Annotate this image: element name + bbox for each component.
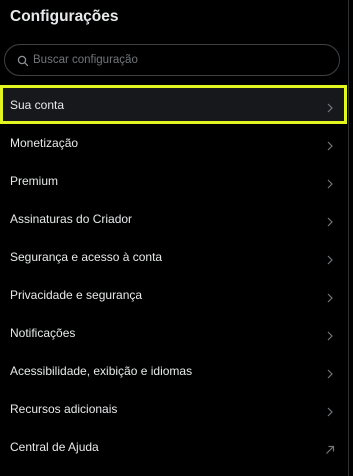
- menu-item-label: Premium: [10, 174, 59, 188]
- menu-item-label: Recursos adicionais: [10, 402, 118, 416]
- menu-item-assinaturas-do-criador[interactable]: Assinaturas do Criador: [0, 200, 347, 238]
- menu-item-label: Monetização: [10, 136, 79, 150]
- menu-item-label: Central de Ajuda: [10, 440, 99, 454]
- menu-item-acessibilidade[interactable]: Acessibilidade, exibição e idiomas: [0, 352, 347, 390]
- menu-item-label: Segurança e acesso à conta: [10, 250, 163, 264]
- menu-item-label: Assinaturas do Criador: [10, 212, 133, 226]
- search-icon: [17, 54, 29, 67]
- menu-item-label: Sua conta: [10, 97, 65, 112]
- menu-item-seguranca-e-acesso[interactable]: Segurança e acesso à conta: [0, 238, 347, 276]
- settings-panel: Configurações Sua conta Monetização Prem…: [0, 0, 347, 476]
- menu-item-monetizacao[interactable]: Monetização: [0, 124, 347, 162]
- menu-item-premium[interactable]: Premium: [0, 162, 347, 200]
- menu-item-label: Privacidade e segurança: [10, 288, 143, 302]
- settings-menu: Sua conta Monetização Premium Assinatura…: [0, 85, 347, 466]
- search-input[interactable]: [33, 54, 313, 66]
- menu-item-label: Notificações: [10, 326, 76, 340]
- page-title: Configurações: [10, 8, 119, 25]
- menu-item-central-de-ajuda[interactable]: Central de Ajuda: [0, 428, 347, 466]
- menu-item-notificacoes[interactable]: Notificações: [0, 314, 347, 352]
- menu-item-recursos-adicionais[interactable]: Recursos adicionais: [0, 390, 347, 428]
- chevron-right-icon: [325, 366, 335, 379]
- menu-item-sua-conta[interactable]: Sua conta: [0, 85, 347, 124]
- search-box[interactable]: [4, 44, 340, 76]
- panel-divider: [348, 0, 349, 476]
- chevron-right-icon: [325, 252, 335, 265]
- chevron-right-icon: [325, 290, 335, 303]
- menu-item-label: Acessibilidade, exibição e idiomas: [10, 364, 193, 378]
- chevron-right-icon: [325, 214, 335, 227]
- external-link-arrow-icon: [325, 442, 335, 454]
- chevron-right-icon: [325, 100, 335, 112]
- menu-item-privacidade-e-seguranca[interactable]: Privacidade e segurança: [0, 276, 347, 314]
- chevron-right-icon: [325, 138, 335, 151]
- chevron-right-icon: [325, 176, 335, 189]
- chevron-right-icon: [325, 328, 335, 341]
- chevron-right-icon: [325, 404, 335, 417]
